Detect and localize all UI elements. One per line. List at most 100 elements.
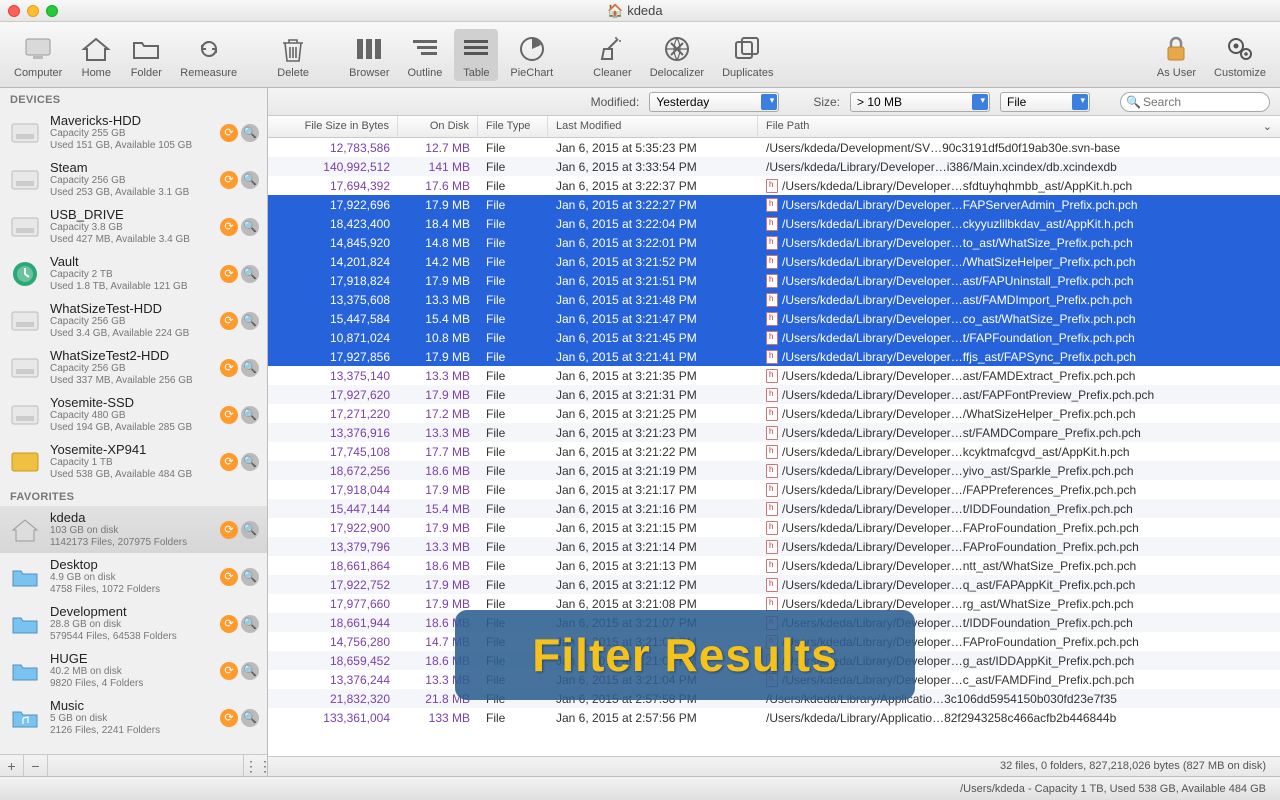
table-row[interactable]: 13,375,14013.3 MBFileJan 6, 2015 at 3:21… <box>268 366 1280 385</box>
table-view-button[interactable]: Table <box>454 29 498 81</box>
refresh-icon[interactable]: ⟳ <box>220 568 238 586</box>
table-row[interactable]: 17,745,10817.7 MBFileJan 6, 2015 at 3:21… <box>268 442 1280 461</box>
home-button[interactable]: Home <box>74 29 118 81</box>
table-row[interactable]: 140,992,512141 MBFileJan 6, 2015 at 3:33… <box>268 157 1280 176</box>
table-row[interactable]: 18,423,40018.4 MBFileJan 6, 2015 at 3:22… <box>268 214 1280 233</box>
folder-button[interactable]: Folder <box>124 29 168 81</box>
window-zoom-button[interactable] <box>46 5 58 17</box>
table-row[interactable]: 17,977,66017.9 MBFileJan 6, 2015 at 3:21… <box>268 594 1280 613</box>
sidebar-item[interactable]: Music5 GB on disk2126 Files, 2241 Folder… <box>0 694 267 741</box>
magnify-icon[interactable]: 🔍 <box>241 312 259 330</box>
sidebar-item[interactable]: HUGE40.2 MB on disk9820 Files, 4 Folders… <box>0 647 267 694</box>
column-header-path[interactable]: File Path⌄ <box>758 116 1280 137</box>
piechart-view-button[interactable]: PieChart <box>504 29 559 81</box>
search-input[interactable] <box>1120 92 1270 112</box>
table-row[interactable]: 14,201,82414.2 MBFileJan 6, 2015 at 3:21… <box>268 252 1280 271</box>
magnify-icon[interactable]: 🔍 <box>241 568 259 586</box>
sidebar-grip[interactable]: ⋮⋮ <box>243 755 267 776</box>
table-row[interactable]: 17,922,69617.9 MBFileJan 6, 2015 at 3:22… <box>268 195 1280 214</box>
table-row[interactable]: 12,783,58612.7 MBFileJan 6, 2015 at 5:35… <box>268 138 1280 157</box>
magnify-icon[interactable]: 🔍 <box>241 662 259 680</box>
refresh-icon[interactable]: ⟳ <box>220 124 238 142</box>
refresh-icon[interactable]: ⟳ <box>220 218 238 236</box>
refresh-icon[interactable]: ⟳ <box>220 265 238 283</box>
table-row[interactable]: 21,832,32021.8 MBFileJan 6, 2015 at 2:57… <box>268 689 1280 708</box>
refresh-icon[interactable]: ⟳ <box>220 453 238 471</box>
window-close-button[interactable] <box>8 5 20 17</box>
sidebar-item[interactable]: SteamCapacity 256 GBUsed 253 GB, Availab… <box>0 156 267 203</box>
magnify-icon[interactable]: 🔍 <box>241 521 259 539</box>
refresh-icon[interactable]: ⟳ <box>220 406 238 424</box>
sidebar-item[interactable]: kdeda103 GB on disk1142173 Files, 207975… <box>0 506 267 553</box>
delocalizer-button[interactable]: Delocalizer <box>644 29 710 81</box>
refresh-icon[interactable]: ⟳ <box>220 359 238 377</box>
table-row[interactable]: 17,918,82417.9 MBFileJan 6, 2015 at 3:21… <box>268 271 1280 290</box>
table-row[interactable]: 17,271,22017.2 MBFileJan 6, 2015 at 3:21… <box>268 404 1280 423</box>
customize-button[interactable]: Customize <box>1208 29 1272 81</box>
asuser-button[interactable]: As User <box>1151 29 1202 81</box>
cleaner-button[interactable]: Cleaner <box>587 29 638 81</box>
sidebar-item[interactable]: USB_DRIVECapacity 3.8 GBUsed 427 MB, Ava… <box>0 203 267 250</box>
sidebar-item[interactable]: WhatSizeTest-HDDCapacity 256 GBUsed 3.4 … <box>0 297 267 344</box>
table-row[interactable]: 14,845,92014.8 MBFileJan 6, 2015 at 3:22… <box>268 233 1280 252</box>
table-row[interactable]: 17,927,85617.9 MBFileJan 6, 2015 at 3:21… <box>268 347 1280 366</box>
filter-kind-select[interactable]: File <box>1000 92 1090 112</box>
magnify-icon[interactable]: 🔍 <box>241 453 259 471</box>
table-row[interactable]: 14,756,28014.7 MBFileJan 6, 2015 at 3:21… <box>268 632 1280 651</box>
table-row[interactable]: 10,871,02410.8 MBFileJan 6, 2015 at 3:21… <box>268 328 1280 347</box>
sidebar-item[interactable]: Yosemite-XP941Capacity 1 TBUsed 538 GB, … <box>0 438 267 485</box>
delete-button[interactable]: Delete <box>271 29 315 81</box>
table-row[interactable]: 17,918,04417.9 MBFileJan 6, 2015 at 3:21… <box>268 480 1280 499</box>
magnify-icon[interactable]: 🔍 <box>241 359 259 377</box>
outline-view-button[interactable]: Outline <box>402 29 449 81</box>
remeasure-button[interactable]: Remeasure <box>174 29 243 81</box>
computer-button[interactable]: Computer <box>8 29 68 81</box>
sidebar-item[interactable]: Yosemite-SSDCapacity 480 GBUsed 194 GB, … <box>0 391 267 438</box>
sidebar-add-button[interactable]: + <box>0 755 24 776</box>
table-row[interactable]: 17,927,62017.9 MBFileJan 6, 2015 at 3:21… <box>268 385 1280 404</box>
table-row[interactable]: 15,447,58415.4 MBFileJan 6, 2015 at 3:21… <box>268 309 1280 328</box>
magnify-icon[interactable]: 🔍 <box>241 171 259 189</box>
magnify-icon[interactable]: 🔍 <box>241 218 259 236</box>
table-row[interactable]: 18,661,86418.6 MBFileJan 6, 2015 at 3:21… <box>268 556 1280 575</box>
magnify-icon[interactable]: 🔍 <box>241 709 259 727</box>
filter-modified-select[interactable]: Yesterday <box>649 92 779 112</box>
table-row[interactable]: 18,672,25618.6 MBFileJan 6, 2015 at 3:21… <box>268 461 1280 480</box>
refresh-icon[interactable]: ⟳ <box>220 662 238 680</box>
refresh-icon[interactable]: ⟳ <box>220 615 238 633</box>
table-body[interactable]: 12,783,58612.7 MBFileJan 6, 2015 at 5:35… <box>268 138 1280 756</box>
table-row[interactable]: 13,376,91613.3 MBFileJan 6, 2015 at 3:21… <box>268 423 1280 442</box>
sidebar-remove-button[interactable]: − <box>24 755 48 776</box>
sidebar-item[interactable]: Desktop4.9 GB on disk4758 Files, 1072 Fo… <box>0 553 267 600</box>
window-minimize-button[interactable] <box>27 5 39 17</box>
refresh-icon[interactable]: ⟳ <box>220 312 238 330</box>
sidebar-item[interactable]: WhatSizeTest2-HDDCapacity 256 GBUsed 337… <box>0 344 267 391</box>
sidebar-item[interactable]: Development28.8 GB on disk579544 Files, … <box>0 600 267 647</box>
column-header-modified[interactable]: Last Modified <box>548 116 758 137</box>
table-row[interactable]: 18,661,94418.6 MBFileJan 6, 2015 at 3:21… <box>268 613 1280 632</box>
table-row[interactable]: 18,659,45218.6 MBFileJan 6, 2015 at 3:21… <box>268 651 1280 670</box>
browser-view-button[interactable]: Browser <box>343 29 395 81</box>
table-row[interactable]: 13,376,24413.3 MBFileJan 6, 2015 at 3:21… <box>268 670 1280 689</box>
table-row[interactable]: 17,694,39217.6 MBFileJan 6, 2015 at 3:22… <box>268 176 1280 195</box>
filter-size-select[interactable]: > 10 MB <box>850 92 990 112</box>
duplicates-button[interactable]: Duplicates <box>716 29 779 81</box>
column-header-disk[interactable]: On Disk <box>398 116 478 137</box>
sidebar-item[interactable]: Mavericks-HDDCapacity 255 GBUsed 151 GB,… <box>0 109 267 156</box>
magnify-icon[interactable]: 🔍 <box>241 124 259 142</box>
table-row[interactable]: 17,922,75217.9 MBFileJan 6, 2015 at 3:21… <box>268 575 1280 594</box>
magnify-icon[interactable]: 🔍 <box>241 406 259 424</box>
refresh-icon[interactable]: ⟳ <box>220 521 238 539</box>
column-header-type[interactable]: File Type <box>478 116 548 137</box>
magnify-icon[interactable]: 🔍 <box>241 615 259 633</box>
refresh-icon[interactable]: ⟳ <box>220 171 238 189</box>
magnify-icon[interactable]: 🔍 <box>241 265 259 283</box>
table-row[interactable]: 133,361,004133 MBFileJan 6, 2015 at 2:57… <box>268 708 1280 727</box>
table-row[interactable]: 17,922,90017.9 MBFileJan 6, 2015 at 3:21… <box>268 518 1280 537</box>
refresh-icon[interactable]: ⟳ <box>220 709 238 727</box>
table-row[interactable]: 13,375,60813.3 MBFileJan 6, 2015 at 3:21… <box>268 290 1280 309</box>
table-row[interactable]: 15,447,14415.4 MBFileJan 6, 2015 at 3:21… <box>268 499 1280 518</box>
table-row[interactable]: 13,379,79613.3 MBFileJan 6, 2015 at 3:21… <box>268 537 1280 556</box>
column-header-size[interactable]: File Size in Bytes <box>268 116 398 137</box>
sidebar-item[interactable]: VaultCapacity 2 TBUsed 1.8 TB, Available… <box>0 250 267 297</box>
